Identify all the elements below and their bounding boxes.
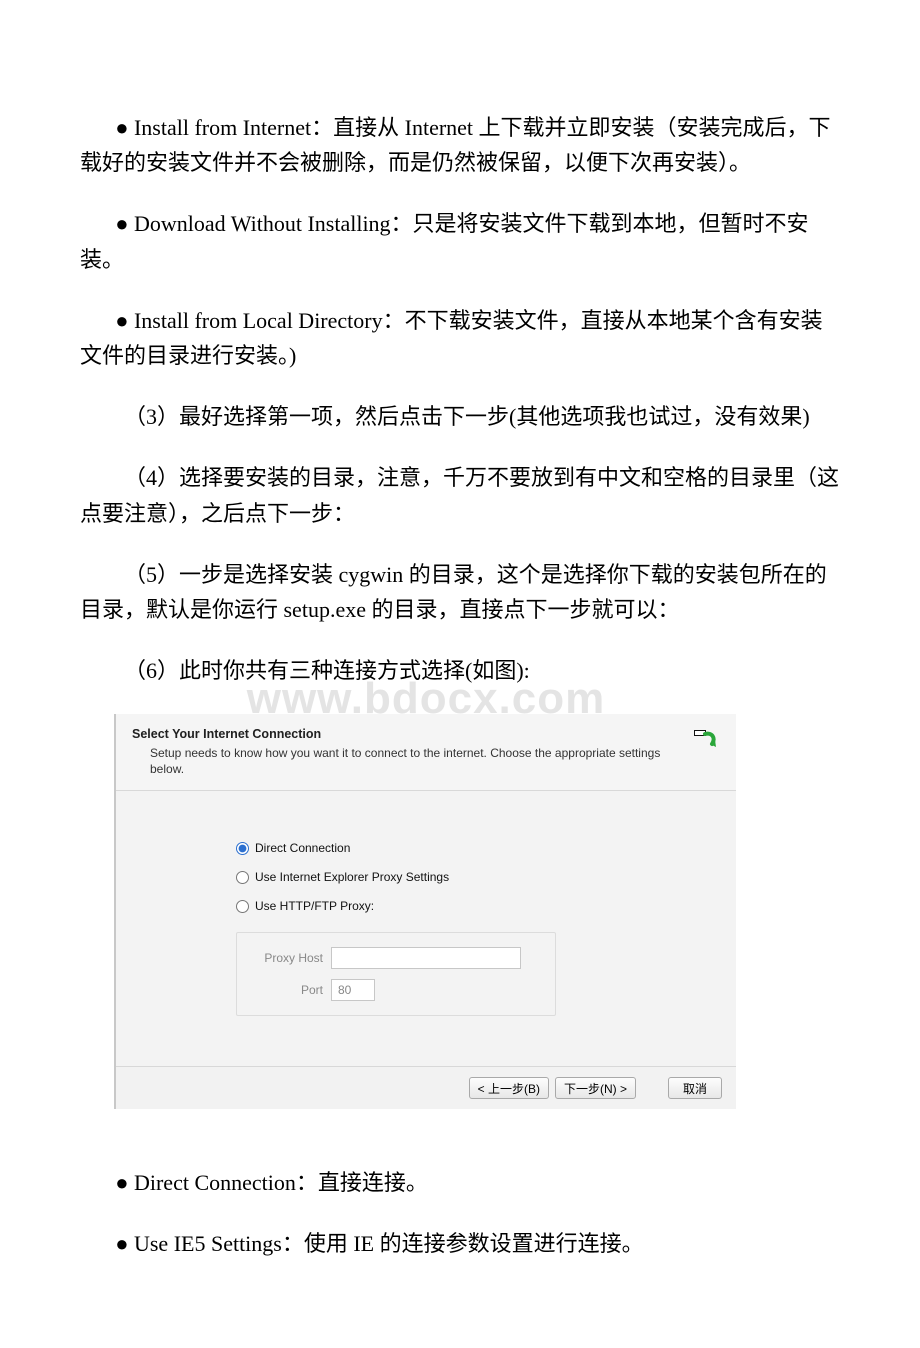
paragraph-step-4: （4）选择要安装的目录，注意，千万不要放到有中文和空格的目录里（这点要注意），之… <box>80 460 840 530</box>
radio-ie-proxy-input[interactable] <box>236 871 249 884</box>
dialog-footer: < 上一步(B) 下一步(N) > 取消 <box>116 1066 736 1109</box>
radio-direct-connection[interactable]: Direct Connection <box>236 839 716 858</box>
paragraph-install-from-local: ● Install from Local Directory：不下载安装文件，直… <box>80 303 840 373</box>
paragraph-install-from-internet: ● Install from Internet：直接从 Internet 上下载… <box>80 110 840 180</box>
radio-http-proxy[interactable]: Use HTTP/FTP Proxy: <box>236 897 716 916</box>
radio-direct-connection-input[interactable] <box>236 842 249 855</box>
back-button[interactable]: < 上一步(B) <box>469 1077 549 1099</box>
dialog-body: Direct Connection Use Internet Explorer … <box>116 791 736 1067</box>
next-button[interactable]: 下一步(N) > <box>555 1077 636 1099</box>
dialog-header: Select Your Internet Connection Setup ne… <box>116 714 736 790</box>
paragraph-step-6: （6）此时你共有三种连接方式选择(如图): <box>80 653 840 688</box>
proxy-host-input[interactable] <box>331 947 521 969</box>
paragraph-step-3: （3）最好选择第一项，然后点击下一步(其他选项我也试过，没有效果) <box>80 399 840 434</box>
radio-http-proxy-input[interactable] <box>236 900 249 913</box>
cygwin-icon <box>692 726 720 752</box>
radio-ie-proxy-label: Use Internet Explorer Proxy Settings <box>255 868 449 887</box>
paragraph-step-5: （5）一步是选择安装 cygwin 的目录，这个是选择你下载的安装包所在的目录，… <box>80 557 840 627</box>
radio-http-proxy-label: Use HTTP/FTP Proxy: <box>255 897 374 916</box>
proxy-host-label: Proxy Host <box>251 949 331 968</box>
proxy-fieldset: Proxy Host Port <box>236 932 556 1016</box>
cancel-button[interactable]: 取消 <box>668 1077 722 1099</box>
dialog-subtitle: Setup needs to know how you want it to c… <box>132 745 686 777</box>
radio-direct-connection-label: Direct Connection <box>255 839 350 858</box>
paragraph-download-without-installing: ● Download Without Installing：只是将安装文件下载到… <box>80 206 840 276</box>
paragraph-use-ie5-settings: ● Use IE5 Settings：使用 IE 的连接参数设置进行连接。 <box>80 1226 840 1261</box>
dialog-title: Select Your Internet Connection <box>132 724 686 744</box>
radio-ie-proxy[interactable]: Use Internet Explorer Proxy Settings <box>236 868 716 887</box>
cygwin-connection-dialog: www.bdocx.com Select Your Internet Conne… <box>114 714 736 1109</box>
proxy-port-input[interactable] <box>331 979 375 1001</box>
proxy-port-label: Port <box>251 981 331 1000</box>
paragraph-direct-connection: ● Direct Connection：直接连接。 <box>80 1165 840 1200</box>
